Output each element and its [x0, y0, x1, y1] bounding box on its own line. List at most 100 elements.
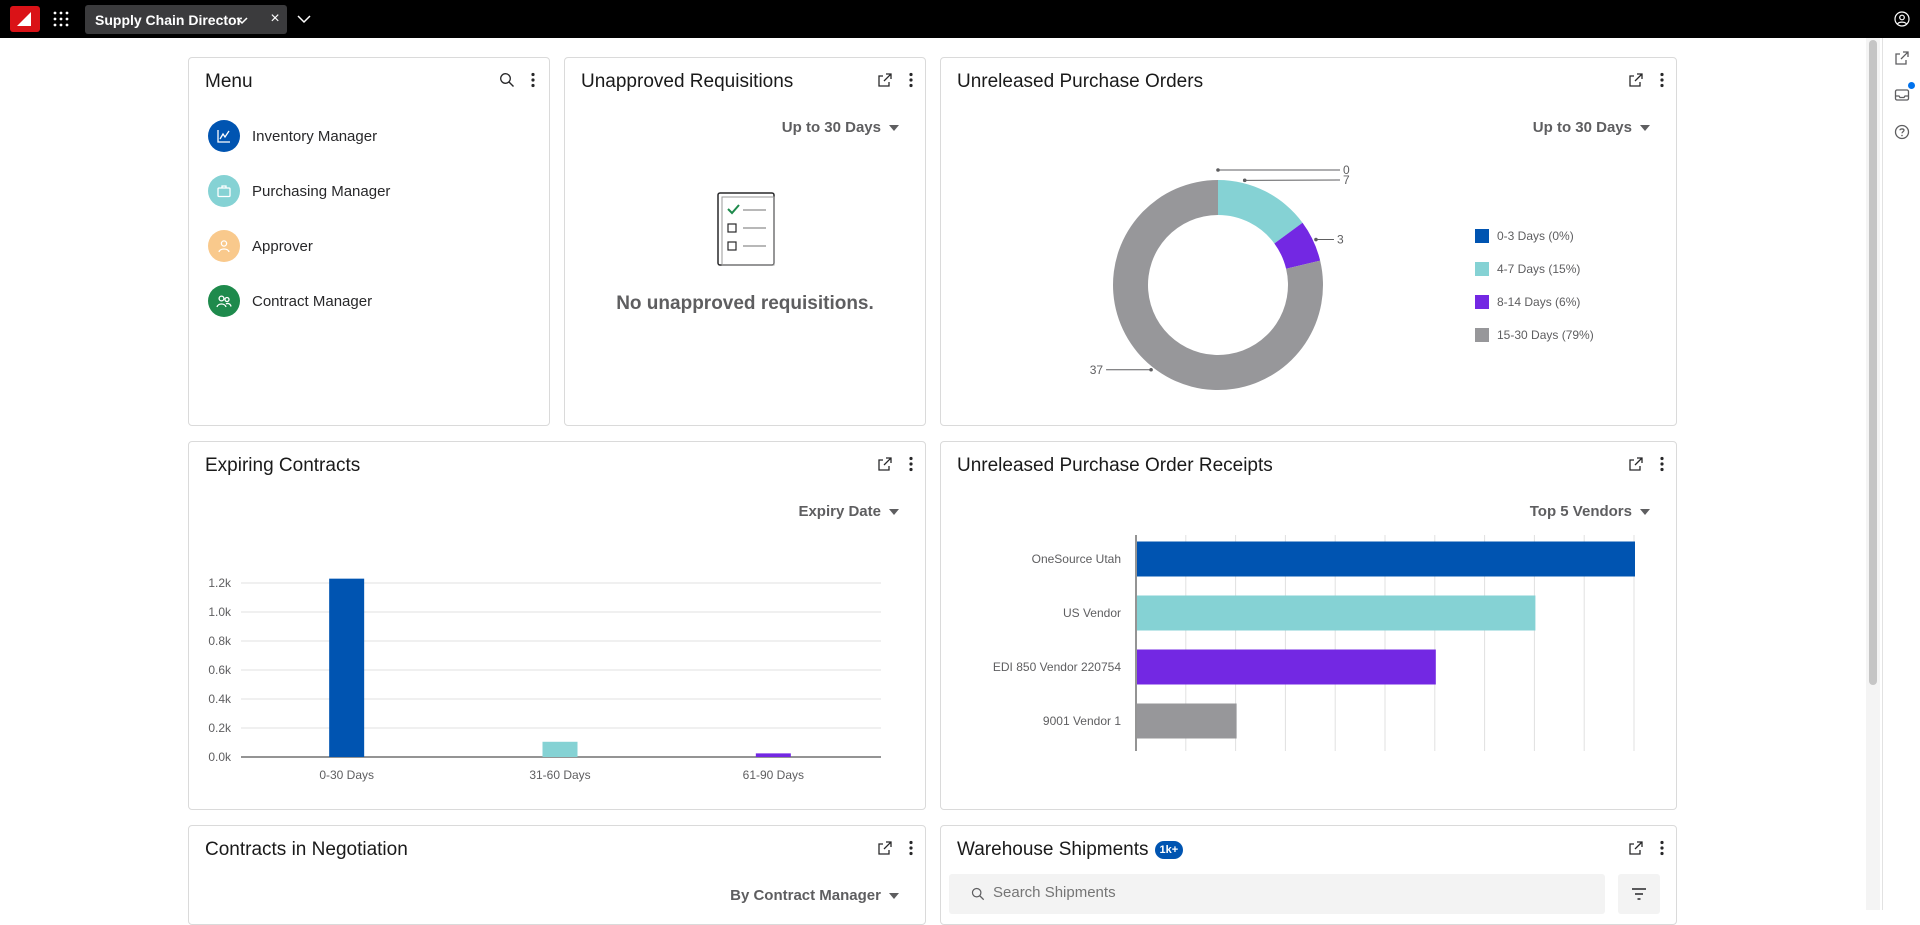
menu-item-inventory-manager[interactable]: Inventory Manager — [208, 119, 377, 153]
bar — [543, 742, 578, 757]
card-title: Unapproved Requisitions — [581, 71, 793, 93]
shipments-search-box — [949, 874, 1605, 914]
briefcase-icon — [208, 175, 240, 207]
bar — [1137, 704, 1237, 739]
unreleased-po-receipts-card: Unreleased Purchase Order Receipts Top 5… — [940, 441, 1677, 810]
grid-icon[interactable] — [52, 10, 70, 28]
y-tick-label: 0.4k — [208, 692, 232, 706]
legend-label: 15-30 Days (79%) — [1497, 328, 1594, 342]
contracts-in-negotiation-card: Contracts in Negotiation By Contract Man… — [188, 825, 926, 925]
chevron-down-icon[interactable] — [235, 13, 249, 27]
more-options-icon[interactable] — [531, 72, 535, 88]
menu-item-purchasing-manager[interactable]: Purchasing Manager — [208, 174, 390, 208]
unreleased-purchase-orders-card: Unreleased Purchase Orders Up to 30 Days… — [940, 57, 1677, 426]
right-rail — [1882, 38, 1920, 910]
chevron-down-icon[interactable] — [296, 11, 312, 27]
y-tick-label: 0.2k — [208, 721, 232, 735]
expand-icon[interactable] — [1628, 840, 1644, 856]
data-label: 37 — [1090, 363, 1104, 377]
warehouse-shipments-card: Warehouse Shipments 1k+ — [940, 825, 1677, 925]
more-options-icon[interactable] — [1660, 840, 1664, 856]
search-icon — [971, 887, 985, 901]
receipts-bar-chart: OneSource Utah US Vendor EDI 850 Vendor 22… — [941, 442, 1677, 810]
y-tick-label: 0.0k — [208, 750, 232, 764]
more-options-icon[interactable] — [909, 72, 913, 88]
caret-down-icon — [889, 893, 899, 899]
y-tick-label: OneSource Utah — [1032, 552, 1121, 566]
data-label: 7 — [1343, 173, 1350, 187]
menu-item-label: Purchasing Manager — [252, 183, 390, 200]
people-icon — [208, 285, 240, 317]
y-tick-label: 9001 Vendor 1 — [1043, 714, 1121, 728]
bar — [756, 753, 791, 757]
menu-item-label: Contract Manager — [252, 293, 372, 310]
dropdown-label: By Contract Manager — [730, 887, 881, 904]
y-tick-label: US Vendor — [1063, 606, 1121, 620]
filter-button[interactable] — [1618, 874, 1660, 914]
legend-item[interactable]: 8-14 Days (6%) — [1475, 295, 1580, 309]
dropdown-label: Up to 30 Days — [782, 119, 881, 136]
page-scrollbar[interactable] — [1866, 38, 1880, 910]
legend-swatch — [1475, 295, 1489, 309]
popout-icon[interactable] — [1894, 50, 1910, 66]
card-title: Menu — [205, 71, 253, 93]
legend-swatch — [1475, 262, 1489, 276]
user-icon[interactable] — [1894, 11, 1910, 27]
expand-icon[interactable] — [877, 840, 893, 856]
help-icon[interactable] — [1894, 124, 1910, 140]
x-tick-label: 61-90 Days — [743, 768, 804, 782]
workspace-tab-label: Supply Chain Director — [95, 12, 242, 28]
empty-state-message: No unapproved requisitions. — [565, 293, 925, 315]
menu-item-label: Inventory Manager — [252, 128, 377, 145]
more-options-icon[interactable] — [909, 840, 913, 856]
chart-icon — [208, 120, 240, 152]
bar — [1137, 650, 1436, 685]
legend-label: 0-3 Days (0%) — [1497, 229, 1574, 243]
y-tick-label: 1.0k — [208, 605, 232, 619]
legend-swatch — [1475, 328, 1489, 342]
expiring-contracts-bar-chart: 0.0k 0.2k 0.4k 0.6k 0.8k 1.0k 1.2k 0-30 Days 31-… — [189, 442, 926, 810]
card-title: Contracts in Negotiation — [205, 839, 408, 861]
menu-item-contract-manager[interactable]: Contract Manager — [208, 284, 372, 318]
person-icon — [208, 230, 240, 262]
expiring-contracts-card: Expiring Contracts Expiry Date 0.0k0.2k0… — [188, 441, 926, 810]
notification-dot — [1908, 82, 1915, 89]
y-tick-label: 1.2k — [208, 576, 232, 590]
search-icon[interactable] — [499, 72, 515, 88]
menu-item-approver[interactable]: Approver — [208, 229, 313, 263]
requisitions-filter-dropdown[interactable]: Up to 30 Days — [782, 119, 899, 136]
brand-logo[interactable] — [10, 6, 40, 32]
x-tick-label: 0-30 Days — [319, 768, 374, 782]
unapproved-requisitions-card: Unapproved Requisitions Up to 30 Days No… — [564, 57, 926, 426]
y-tick-label: 0.6k — [208, 663, 232, 677]
y-tick-label: 0.8k — [208, 634, 232, 648]
menu-card: Menu Inventory Manager Purchasing Manage… — [188, 57, 550, 426]
legend-label: 8-14 Days (6%) — [1497, 295, 1580, 309]
legend-item[interactable]: 0-3 Days (0%) — [1475, 229, 1574, 243]
bar — [329, 579, 364, 757]
bar — [1137, 542, 1635, 577]
bar — [1137, 596, 1535, 631]
workspace-tab[interactable]: Supply Chain Director × — [85, 5, 287, 34]
count-badge: 1k+ — [1155, 841, 1184, 859]
legend-swatch — [1475, 229, 1489, 243]
y-tick-label: EDI 850 Vendor 220754 — [993, 660, 1121, 674]
legend-item[interactable]: 15-30 Days (79%) — [1475, 328, 1594, 342]
top-bar: Supply Chain Director × — [0, 0, 1920, 38]
close-tab-button[interactable]: × — [265, 9, 285, 29]
x-tick-label: 31-60 Days — [529, 768, 590, 782]
card-title: Warehouse Shipments — [957, 839, 1149, 860]
inbox-icon[interactable] — [1894, 87, 1910, 103]
shipments-search-input[interactable] — [993, 884, 1573, 901]
checklist-icon — [716, 191, 776, 267]
negotiation-filter-dropdown[interactable]: By Contract Manager — [730, 887, 899, 904]
caret-down-icon — [889, 125, 899, 131]
legend-label: 4-7 Days (15%) — [1497, 262, 1580, 276]
card-title-row: Warehouse Shipments 1k+ — [957, 839, 1183, 861]
legend-item[interactable]: 4-7 Days (15%) — [1475, 262, 1580, 276]
scrollbar-thumb[interactable] — [1869, 40, 1877, 685]
filter-icon — [1631, 887, 1647, 901]
expand-icon[interactable] — [877, 72, 893, 88]
menu-item-label: Approver — [252, 238, 313, 255]
data-label: 3 — [1337, 233, 1344, 247]
